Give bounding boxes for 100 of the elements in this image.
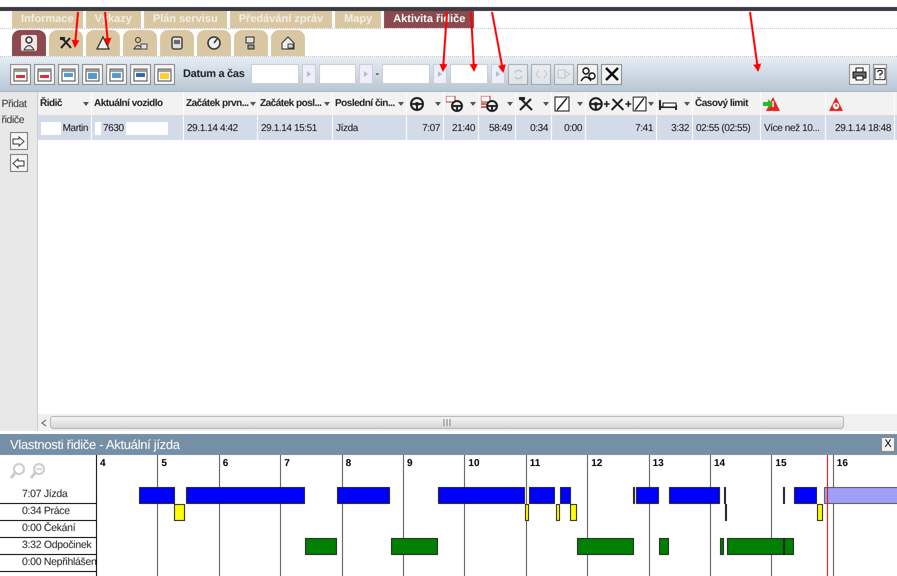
icon-tab[interactable] [234, 30, 268, 56]
refresh-icon [512, 68, 525, 80]
caret-icon[interactable] [324, 102, 330, 106]
table-cell-text: 29.1.14 18:48 [835, 122, 891, 136]
warning-arrow-icon[interactable] [763, 96, 781, 112]
print-button[interactable] [849, 64, 870, 84]
activity-sum-icon[interactable] [588, 96, 647, 112]
activity-bar [658, 538, 670, 555]
icon-tab[interactable] [160, 30, 194, 56]
redaction-box [95, 122, 101, 134]
column-header[interactable]: Začátek prvn... [186, 96, 249, 111]
activity-bar [669, 487, 720, 504]
hour-label: 5 [161, 457, 167, 471]
play-icon [495, 70, 502, 78]
caret-icon[interactable] [648, 102, 654, 106]
column-header[interactable]: Aktuální vozidlo [94, 96, 163, 111]
arrow-left-icon [12, 158, 25, 168]
table-cell-text: 21:40 [452, 122, 475, 136]
scroll-left-icon[interactable] [40, 418, 48, 428]
remove-driver-button[interactable] [10, 154, 28, 172]
caret-icon[interactable] [83, 102, 89, 106]
icon-tab[interactable] [123, 30, 157, 56]
hour-label: 12 [591, 457, 602, 471]
driver-card-icon [132, 35, 148, 51]
table-row[interactable]: Martin 7630 29.1.14 4:42 29.1.14 15:51 Jízda 7:07 21:40 58:49 0:34 0:00 7:41 3:32 02:55 (02:55) Více než 10... 29.1.14 18:48 [38, 116, 897, 140]
activity-bar [337, 487, 390, 504]
play-icon [362, 70, 369, 78]
annotation-arrow [749, 12, 762, 72]
redaction-box [41, 122, 61, 134]
view-button[interactable] [58, 64, 79, 84]
view-button[interactable] [10, 64, 31, 84]
table-cell-text: 7630 [103, 122, 124, 136]
date-field[interactable] [450, 64, 488, 84]
close-button[interactable]: X [881, 437, 895, 452]
view-button[interactable] [106, 64, 127, 84]
table-cell-text: 29.1.14 4:42 [187, 122, 238, 136]
caret-icon[interactable] [470, 102, 476, 106]
calendar-icon [133, 66, 148, 82]
hour-label: 9 [407, 457, 413, 471]
chevrons-icon [534, 69, 549, 79]
slashed-box-icon[interactable] [554, 96, 572, 112]
annotation-arrow [470, 12, 478, 72]
panel-title: Vlastnosti řidiče - Aktuální jízda [10, 436, 180, 454]
hour-label: 7 [284, 457, 290, 471]
caret-icon[interactable] [250, 102, 256, 106]
view-button[interactable] [82, 64, 103, 84]
steering-wheel-icon[interactable] [409, 96, 427, 112]
hour-label: 13 [652, 457, 664, 471]
date-field[interactable] [382, 64, 430, 84]
export-icon [557, 68, 572, 80]
help-button[interactable] [873, 64, 887, 84]
redaction-box [126, 122, 168, 134]
column-header[interactable]: Časový limit [695, 96, 748, 111]
activity-bar [576, 538, 634, 555]
warning-clock-icon[interactable] [828, 96, 846, 112]
hour-label: 11 [530, 457, 540, 471]
driver-settings-button[interactable] [577, 64, 598, 84]
date-field[interactable] [250, 64, 299, 84]
caret-icon[interactable] [684, 102, 690, 106]
column-header[interactable]: Začátek posl... [260, 96, 322, 111]
hour-label: 16 [836, 457, 848, 471]
activity-label: 0:00 Čekání [22, 521, 76, 536]
add-driver-label: Přidat řidiče [2, 97, 28, 128]
activity-bar [782, 487, 785, 504]
calendar-wheel-icon[interactable] [481, 96, 499, 112]
hour-label: 6 [222, 457, 228, 471]
icon-tab[interactable] [49, 30, 83, 56]
gauge-icon [206, 35, 222, 51]
view-button[interactable] [154, 64, 175, 84]
warning-icon [95, 35, 111, 51]
activity-label: 3:32 Odpočinek [22, 538, 92, 554]
help-icon [874, 66, 886, 82]
caret-icon[interactable] [577, 102, 583, 106]
icon-tab[interactable] [271, 30, 305, 56]
caret-icon[interactable] [435, 102, 441, 106]
column-header[interactable]: Poslední čin... [335, 96, 395, 111]
home-icon [280, 35, 296, 51]
date-time-label: Datum a čas [183, 66, 245, 82]
calendar-icon [109, 66, 124, 82]
scrollbar-thumb[interactable] [50, 416, 844, 429]
tachograph-icon [169, 35, 185, 51]
icon-tab[interactable] [12, 30, 46, 56]
column-header[interactable]: Řidič [40, 96, 62, 111]
play-icon [437, 70, 444, 78]
add-driver-button[interactable] [10, 132, 28, 150]
tools-button[interactable] [601, 64, 622, 84]
view-button[interactable] [34, 64, 55, 84]
caret-icon[interactable] [398, 102, 404, 106]
icon-tab[interactable] [86, 30, 120, 56]
caret-icon[interactable] [507, 102, 513, 106]
date-field[interactable] [318, 64, 356, 84]
range-separator: - [376, 66, 380, 82]
table-cell-text: 7:41 [635, 122, 653, 136]
printer-icon [852, 67, 867, 81]
icon-tab[interactable] [197, 30, 231, 56]
table-cell-text: Jízda [336, 122, 358, 136]
calendar-wheel-icon[interactable] [446, 96, 464, 112]
play-icon [306, 70, 312, 78]
caret-icon[interactable] [543, 102, 549, 106]
view-button[interactable] [130, 64, 151, 84]
